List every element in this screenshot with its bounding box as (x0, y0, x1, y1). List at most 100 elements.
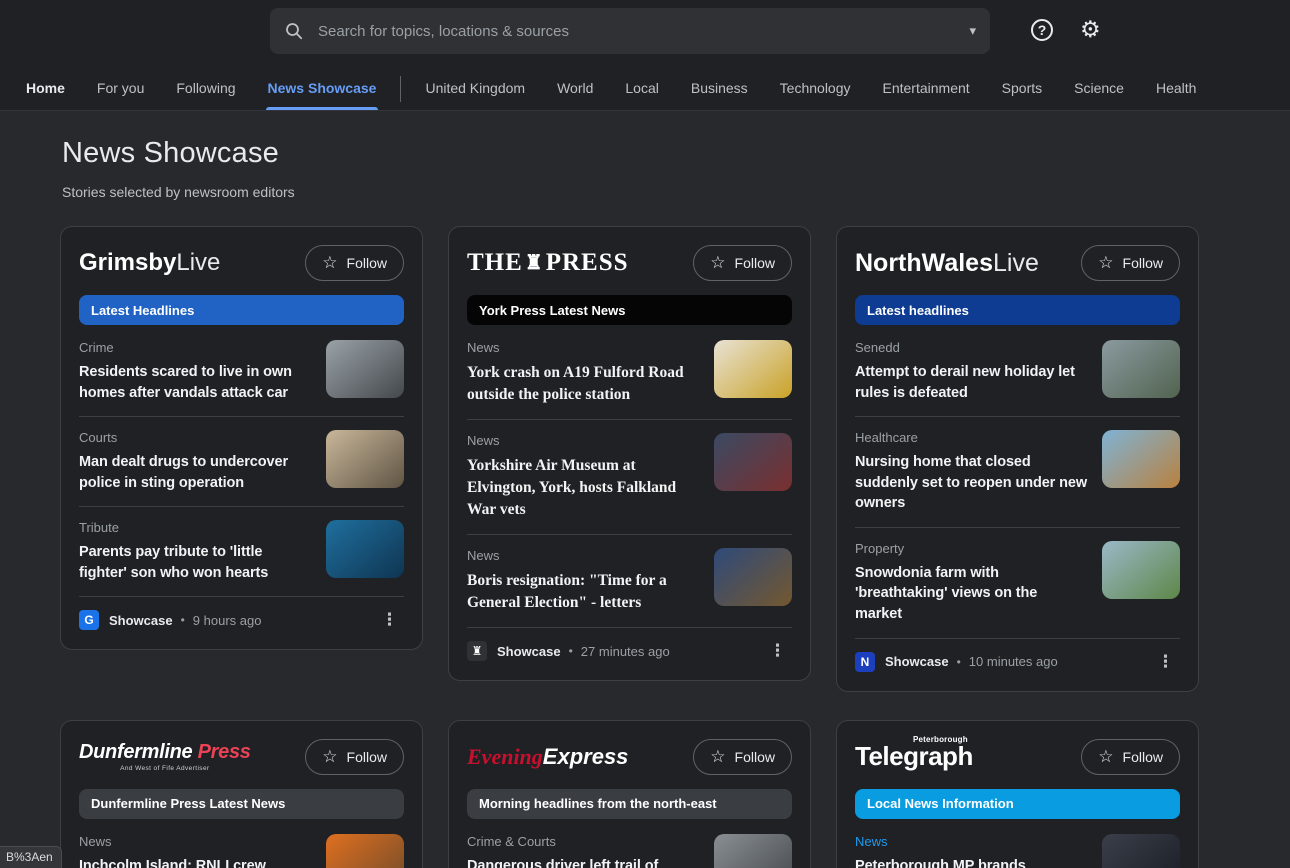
article-headline[interactable]: Dangerous driver left trail of destructi… (467, 856, 700, 868)
article-thumbnail[interactable] (714, 340, 792, 398)
timestamp: 27 minutes ago (580, 643, 670, 659)
follow-button[interactable]: ☆ Follow (305, 738, 404, 775)
timestamp: 10 minutes ago (968, 654, 1058, 670)
article-thumbnail[interactable] (326, 340, 404, 398)
york-press-logo[interactable]: THE ♜ PRESS (467, 249, 629, 277)
article-item[interactable]: Senedd Attempt to derail new holiday let … (855, 327, 1180, 418)
article-headline[interactable]: Peterborough MP brands removing the Prim… (855, 856, 1088, 868)
article-category: News (79, 833, 112, 849)
article-thumbnail[interactable] (326, 430, 404, 489)
tab-following[interactable]: Following (160, 80, 251, 110)
card-footer: ♜ Showcase • 27 minutes ago ⋮ (467, 628, 792, 672)
more-options-icon[interactable]: ⋮ (1151, 652, 1180, 672)
page-subtitle: Stories selected by newsroom editors (62, 184, 295, 200)
article-thumbnail[interactable] (1102, 833, 1180, 868)
article-thumbnail[interactable] (714, 433, 792, 491)
panel-title-banner: Morning headlines from the north-east (467, 788, 792, 819)
showcase-label: Showcase (109, 612, 173, 628)
tab-united-kingdom[interactable]: United Kingdom (409, 80, 541, 110)
panel-title-banner: Dunfermline Press Latest News (79, 788, 404, 819)
tab-health[interactable]: Health (1140, 80, 1212, 110)
tab-business[interactable]: Business (675, 80, 764, 110)
grimsby-live-logo[interactable]: GrimsbyLive (79, 249, 220, 277)
north-wales-live-logo[interactable]: NorthWalesLive (855, 249, 1039, 278)
article-category: News (467, 548, 500, 563)
publisher-avatar: ♜ (467, 641, 487, 661)
help-icon[interactable]: ? (1031, 19, 1053, 41)
evening-express-logo[interactable]: EveningExpress (467, 744, 628, 770)
article-item[interactable]: Courts Man dealt drugs to undercover poli… (79, 417, 404, 508)
article-category: News (855, 833, 888, 849)
tab-science[interactable]: Science (1058, 80, 1140, 110)
star-icon: ☆ (322, 253, 338, 272)
search-icon (284, 21, 304, 41)
logo-small-label: Peterborough (913, 735, 968, 745)
article-item[interactable]: Healthcare Nursing home that closed sudde… (855, 417, 1180, 528)
nav-divider (400, 76, 402, 102)
follow-button[interactable]: ☆ Follow (693, 245, 792, 281)
publisher-card-dunfermline-press: Dunfermline Press And West of Fife Adver… (60, 719, 423, 868)
article-item[interactable]: News Yorkshire Air Museum at Elvington, Y… (467, 420, 792, 535)
article-thumbnail[interactable] (1102, 540, 1180, 599)
tab-entertainment[interactable]: Entertainment (867, 80, 986, 110)
article-headline[interactable]: Yorkshire Air Museum at Elvington, York,… (467, 455, 700, 521)
showcase-label: Showcase (885, 654, 949, 670)
publisher-avatar: G (79, 610, 99, 631)
article-item[interactable]: News Boris resignation: "Time for a Gener… (467, 535, 792, 628)
article-headline[interactable]: Boris resignation: "Time for a General E… (467, 570, 700, 614)
tab-world[interactable]: World (541, 80, 609, 110)
article-headline[interactable]: York crash on A19 Fulford Road outside t… (467, 362, 700, 406)
star-icon: ☆ (1098, 746, 1114, 766)
publisher-avatar: N (855, 651, 875, 672)
tab-local[interactable]: Local (609, 80, 674, 110)
article-thumbnail[interactable] (1102, 340, 1180, 398)
publisher-card-evening-express: EveningExpress ☆ Follow Morning headlines… (448, 719, 811, 868)
star-icon: ☆ (1098, 253, 1114, 272)
tab-sports[interactable]: Sports (986, 80, 1058, 110)
peterborough-telegraph-logo[interactable]: Peterborough Telegraph (855, 735, 973, 772)
showcase-grid: GrimsbyLive ☆ Follow Latest Headlines Cri… (60, 226, 1290, 868)
article-item[interactable]: Property Snowdonia farm with 'breathtakin… (855, 528, 1180, 639)
follow-button[interactable]: ☆ Follow (693, 738, 792, 775)
search-bar[interactable]: ▾ (270, 8, 990, 54)
article-headline[interactable]: Parents pay tribute to 'little fighter' … (79, 542, 312, 583)
tab-technology[interactable]: Technology (764, 80, 867, 110)
article-headline[interactable]: Residents scared to live in own homes af… (79, 362, 312, 403)
follow-button[interactable]: ☆ Follow (1081, 738, 1180, 775)
publisher-card-peterborough-telegraph: Peterborough Telegraph ☆ Follow Local News… (836, 719, 1199, 868)
article-headline[interactable]: Man dealt drugs to undercover police in … (79, 452, 312, 493)
showcase-label: Showcase (497, 643, 561, 659)
article-item[interactable]: Tribute Parents pay tribute to 'little fi… (79, 507, 404, 598)
article-category: News (467, 340, 500, 355)
article-category: Crime & Courts (467, 833, 556, 849)
article-thumbnail[interactable] (714, 548, 792, 606)
article-headline[interactable]: Inchcolm Island: RNLI crew rescues stran… (79, 856, 312, 868)
dunfermline-press-logo[interactable]: Dunfermline Press And West of Fife Adver… (79, 741, 251, 772)
gear-icon[interactable]: ⚙ (1080, 16, 1101, 43)
article-thumbnail[interactable] (326, 833, 404, 868)
tab-news-showcase[interactable]: News Showcase (252, 80, 393, 110)
article-item[interactable]: News Peterborough MP brands removing the … (855, 821, 1180, 868)
article-headline[interactable]: Nursing home that closed suddenly set to… (855, 452, 1088, 514)
tab-home[interactable]: Home (10, 80, 81, 110)
article-headline[interactable]: Snowdonia farm with 'breathtaking' views… (855, 563, 1088, 625)
more-options-icon[interactable]: ⋮ (763, 641, 792, 661)
chevron-down-icon[interactable]: ▾ (969, 23, 976, 39)
article-category: News (467, 433, 500, 448)
article-item[interactable]: Crime & Courts Dangerous driver left trai… (467, 821, 792, 868)
search-input[interactable] (318, 22, 962, 40)
article-category: Courts (79, 430, 118, 446)
tab-for-you[interactable]: For you (81, 80, 160, 110)
panel-title-banner: Local News Information (855, 788, 1180, 819)
follow-button[interactable]: ☆ Follow (1081, 245, 1180, 281)
article-item[interactable]: News York crash on A19 Fulford Road outsi… (467, 327, 792, 420)
article-thumbnail[interactable] (1102, 430, 1180, 489)
more-options-icon[interactable]: ⋮ (375, 610, 404, 630)
article-item[interactable]: Crime Residents scared to live in own hom… (79, 327, 404, 418)
follow-button[interactable]: ☆ Follow (305, 245, 404, 281)
page-title: News Showcase (62, 137, 279, 169)
article-thumbnail[interactable] (714, 833, 792, 868)
article-headline[interactable]: Attempt to derail new holiday let rules … (855, 362, 1088, 403)
article-item[interactable]: News Inchcolm Island: RNLI crew rescues s… (79, 821, 404, 868)
article-thumbnail[interactable] (326, 520, 404, 579)
